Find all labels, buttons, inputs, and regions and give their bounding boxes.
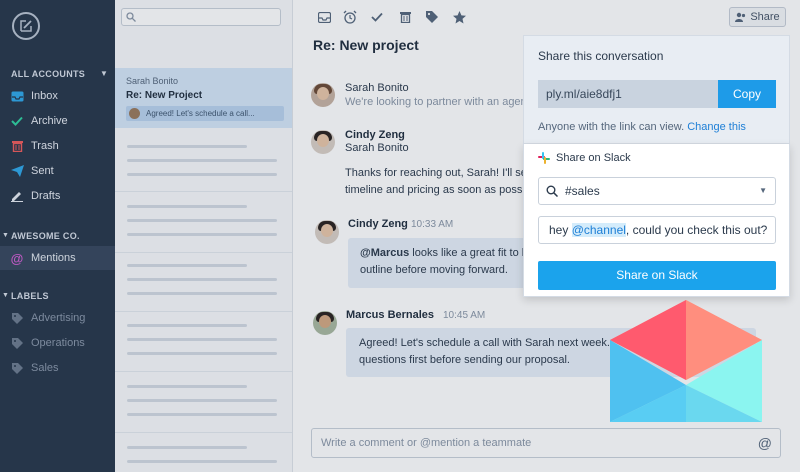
- change-permission-link[interactable]: Change this: [687, 121, 746, 133]
- sidebar-item-label: Mentions: [31, 252, 76, 264]
- sidebar-item-label: Inbox: [31, 90, 58, 102]
- chevron-down-icon: ▼: [759, 186, 767, 195]
- at-icon: @: [10, 250, 24, 266]
- caret-down-icon: ▼: [2, 232, 10, 239]
- sidebar-item-drafts[interactable]: Drafts: [0, 184, 115, 208]
- slack-share-panel: Share on Slack #sales ▼ hey @channel, co…: [523, 144, 790, 297]
- send-icon: [10, 164, 24, 178]
- slack-heading: Share on Slack: [538, 152, 631, 164]
- message-recipient: Sarah Bonito: [345, 142, 409, 154]
- comment-input[interactable]: Write a comment or @mention a teammate @: [311, 428, 781, 458]
- message-text: , could you check this out?: [625, 223, 768, 237]
- check-icon[interactable]: [370, 10, 384, 24]
- sidebar-item-trash[interactable]: Trash: [0, 134, 115, 158]
- avatar: [311, 83, 335, 107]
- sidebar-item-label: Trash: [31, 140, 59, 152]
- pencil-icon: [10, 189, 24, 203]
- page-title: Re: New project: [313, 37, 419, 53]
- message-text: hey: [549, 223, 572, 237]
- inbox-tray-icon[interactable]: [317, 10, 331, 24]
- envelope-logo-icon: [610, 300, 762, 422]
- chevron-down-icon: ▼: [100, 69, 109, 78]
- channel-value: #sales: [565, 184, 600, 198]
- comment-placeholder: Write a comment or @mention a teammate: [321, 437, 532, 449]
- copy-button[interactable]: Copy: [718, 80, 776, 108]
- conversation-preview: Agreed! Let's schedule a call...: [126, 106, 284, 121]
- search-icon: [546, 185, 558, 197]
- share-popover: Share this conversation ply.ml/aie8dfj1 …: [523, 35, 790, 144]
- conversation-sender: Sarah Bonito: [126, 76, 179, 86]
- avatar: [315, 220, 339, 244]
- section-label: AWESOME CO.: [11, 231, 80, 241]
- sidebar: ALL ACCOUNTS ▼ Inbox Archive Trash Sent …: [0, 0, 115, 472]
- at-icon[interactable]: @: [758, 429, 772, 457]
- slack-message-input[interactable]: hey @channel, could you check this out?: [538, 216, 776, 244]
- comment-line: outline before moving forward.: [360, 264, 508, 276]
- people-icon: [735, 12, 746, 22]
- sidebar-item-label: Sales: [31, 362, 59, 374]
- sidebar-item-sales[interactable]: Sales: [0, 356, 115, 380]
- sidebar-item-label: Archive: [31, 115, 68, 127]
- star-icon[interactable]: [452, 10, 466, 24]
- sidebar-item-operations[interactable]: Operations: [0, 331, 115, 355]
- sidebar-item-label: Operations: [31, 337, 85, 349]
- sidebar-item-label: Sent: [31, 165, 54, 177]
- avatar: [129, 108, 140, 119]
- share-button[interactable]: Share: [729, 7, 786, 27]
- share-note: Anyone with the link can view. Change th…: [538, 121, 746, 133]
- comment-author: Cindy Zeng: [348, 218, 408, 230]
- sidebar-item-label: Drafts: [31, 190, 61, 202]
- alarm-clock-icon[interactable]: [343, 10, 357, 24]
- comment-time: 10:33 AM: [411, 219, 454, 230]
- sidebar-item-advertising[interactable]: Advertising: [0, 306, 115, 330]
- conversation-subject: Re: New Project: [126, 90, 203, 101]
- section-label: LABELS: [11, 291, 49, 301]
- comment-line: questions first before sending our propo…: [359, 354, 570, 366]
- search-input[interactable]: [121, 8, 281, 26]
- sidebar-item-archive[interactable]: Archive: [0, 109, 115, 133]
- avatar: [311, 130, 335, 154]
- message-preview: We're looking to partner with an agency: [345, 96, 538, 108]
- sidebar-item-mentions[interactable]: @ Mentions: [0, 246, 115, 270]
- check-icon: [10, 114, 24, 128]
- channel-mention: @channel: [571, 223, 626, 237]
- compose-button[interactable]: [12, 12, 40, 40]
- conversation-list: Sarah Bonito Re: New Project Agreed! Let…: [115, 0, 293, 472]
- sidebar-item-sent[interactable]: Sent: [0, 159, 115, 183]
- trash-icon: [10, 139, 24, 153]
- share-on-slack-button[interactable]: Share on Slack: [538, 261, 776, 290]
- search-icon: [126, 12, 136, 22]
- slack-heading-text: Share on Slack: [556, 152, 631, 164]
- tag-icon: [10, 311, 24, 325]
- comment-time: 10:45 AM: [443, 310, 486, 321]
- share-label: Share: [750, 11, 780, 23]
- share-note-text: Anyone with the link can view.: [538, 121, 685, 133]
- avatar: [313, 311, 337, 335]
- slack-icon: [538, 152, 550, 164]
- popover-title: Share this conversation: [538, 49, 664, 63]
- message-line: timeline and pricing as soon as possible…: [345, 184, 543, 196]
- trash-icon[interactable]: [398, 10, 412, 24]
- mention[interactable]: @Marcus: [360, 247, 409, 259]
- share-link-field[interactable]: ply.ml/aie8dfj1: [538, 80, 718, 108]
- inbox-icon: [10, 89, 24, 103]
- tag-icon: [10, 361, 24, 375]
- section-label: ALL ACCOUNTS: [11, 69, 86, 79]
- sidebar-item-inbox[interactable]: Inbox: [0, 84, 115, 108]
- sidebar-item-label: Advertising: [31, 312, 86, 324]
- caret-down-icon: ▼: [2, 292, 10, 299]
- compose-icon: [20, 20, 32, 32]
- tag-icon: [10, 336, 24, 350]
- message-sender: Sarah Bonito: [345, 82, 409, 94]
- conversation-preview-text: Agreed! Let's schedule a call...: [146, 109, 255, 118]
- tag-icon[interactable]: [425, 10, 439, 24]
- conversation-item-active[interactable]: Sarah Bonito Re: New Project Agreed! Let…: [115, 68, 292, 128]
- channel-select[interactable]: #sales ▼: [538, 177, 776, 205]
- comment-author: Marcus Bernales: [346, 309, 435, 321]
